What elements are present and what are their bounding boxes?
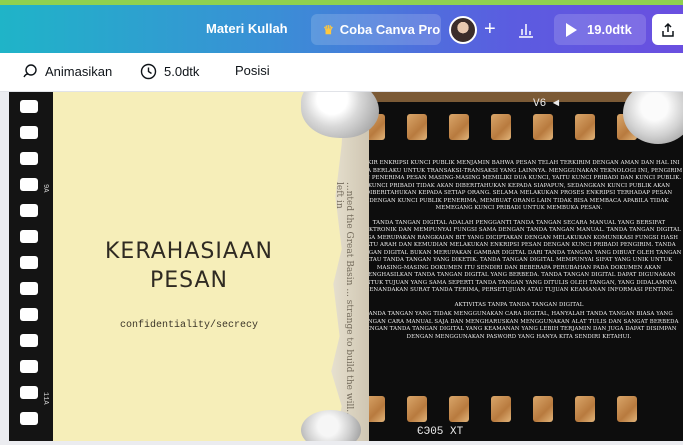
film-hole — [20, 334, 38, 347]
editor-header: Materi Kullah ♛ Coba Canva Pro + 19.0dtk — [0, 5, 683, 53]
plus-icon[interactable]: + — [484, 17, 496, 41]
duration-label: 5.0dtk — [164, 64, 200, 79]
slide-subtitle[interactable]: confidentiality/secrecy — [79, 320, 299, 331]
film-hole — [20, 126, 38, 139]
film-hole — [20, 100, 38, 113]
present-button[interactable]: 19.0dtk — [554, 14, 646, 45]
slide-title-line1: KERAHASIAAN — [105, 239, 273, 264]
crown-icon: ♛ — [323, 22, 334, 37]
film-hole — [533, 396, 553, 422]
film-hole — [20, 282, 38, 295]
present-duration: 19.0dtk — [587, 22, 632, 37]
chart-icon[interactable] — [510, 14, 542, 45]
film-hole — [575, 114, 595, 140]
slide-title[interactable]: KERAHASIAAN PESAN — [59, 237, 319, 295]
left-film-strip[interactable]: 9A 11A — [9, 92, 53, 441]
film-hole — [20, 152, 38, 165]
film-hole — [20, 178, 38, 191]
film-hole — [449, 396, 469, 422]
film-hole — [20, 360, 38, 373]
film-hole — [20, 412, 38, 425]
animate-icon — [23, 64, 37, 78]
film-hole — [20, 230, 38, 243]
position-button[interactable]: Posisi — [235, 63, 270, 78]
film-hole — [407, 114, 427, 140]
paragraph-subheading: Aktivitas tanpa tanda tangan digital — [454, 301, 584, 308]
position-label: Posisi — [235, 63, 270, 78]
film-hole — [20, 308, 38, 321]
paragraph-encryption: Enkir enkripsi kunci publik menjamin bah… — [355, 160, 683, 211]
film-label-left: 9A — [41, 184, 49, 193]
film-hole — [617, 396, 637, 422]
film-hole — [533, 114, 553, 140]
slide-body-text[interactable]: Enkir enkripsi kunci publik menjamin bah… — [355, 160, 683, 380]
paragraph-digital-signature: Tanda tangan digital adalah pengganti ta… — [356, 219, 682, 294]
avatar[interactable] — [449, 16, 477, 44]
paragraph-manual-signature: Tanda tangan yang tidak menggunakan cara… — [359, 311, 679, 340]
animate-label: Animasikan — [45, 64, 113, 79]
film-bottom-label: ЄЭ05 ХТ — [417, 426, 464, 438]
play-icon — [566, 22, 577, 37]
slide-canvas[interactable]: 9A 11A V6 ◄ ЄЭ05 ХТ Enkir enkripsi kunci… — [9, 92, 683, 441]
share-icon[interactable] — [652, 14, 683, 45]
film-hole — [20, 204, 38, 217]
film-hole — [407, 396, 427, 422]
animate-button[interactable]: Animasikan — [21, 63, 112, 80]
film-top-label: V6 ◄ — [533, 98, 560, 110]
film-hole — [575, 396, 595, 422]
torn-paper-text: ...nted the Great Basin ... strange to b… — [334, 182, 354, 438]
clock-icon — [140, 63, 157, 80]
film-hole — [449, 114, 469, 140]
film-label-left: 11A — [41, 392, 49, 405]
slide-title-line2: PESAN — [149, 268, 229, 293]
film-hole — [491, 396, 511, 422]
try-pro-button[interactable]: ♛ Coba Canva Pro — [311, 14, 441, 45]
element-toolbar: Animasikan 5.0dtk Posisi — [0, 53, 683, 92]
film-hole — [491, 114, 511, 140]
try-pro-label: Coba Canva Pro — [339, 22, 441, 37]
film-hole — [20, 386, 38, 399]
document-title[interactable]: Materi Kullah — [206, 21, 288, 36]
film-hole — [20, 256, 38, 269]
duration-button[interactable]: 5.0dtk — [140, 63, 199, 80]
